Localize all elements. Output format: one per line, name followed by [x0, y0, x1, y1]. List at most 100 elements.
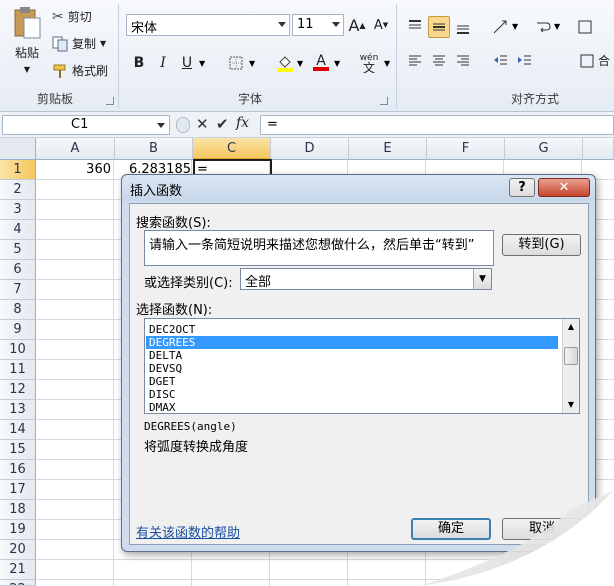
category-select[interactable]: 全部 ▼	[240, 268, 492, 290]
function-list-scrollbar[interactable]: ▲ ▼	[562, 319, 579, 413]
select-all-corner[interactable]	[0, 138, 36, 160]
row-header[interactable]: 14	[0, 420, 36, 440]
row-header[interactable]: 22	[0, 580, 36, 586]
wrap-toggle-button[interactable]	[574, 16, 596, 38]
close-button[interactable]: ✕	[538, 178, 590, 197]
row-header[interactable]: 10	[0, 340, 36, 360]
merge-button[interactable]: 合	[580, 52, 610, 69]
cancel-icon[interactable]: ✕	[196, 115, 209, 133]
row-header[interactable]: 2	[0, 180, 36, 200]
row-header[interactable]: 19	[0, 520, 36, 540]
list-item-selected[interactable]: DEGREES	[146, 336, 558, 349]
column-header-b[interactable]: B	[115, 138, 193, 160]
cell-a1[interactable]: 360	[36, 160, 113, 180]
function-help-link[interactable]: 有关该函数的帮助	[136, 522, 240, 541]
row-header[interactable]: 5	[0, 240, 36, 260]
column-header-g[interactable]: G	[505, 138, 583, 160]
search-input[interactable]: 请输入一条简短说明来描述您想做什么，然后单击“转到”	[144, 230, 494, 266]
wrap-text-button[interactable]	[532, 16, 554, 38]
list-item[interactable]: DMAX	[146, 401, 558, 414]
insert-function-button[interactable]: fx	[236, 115, 249, 131]
category-value: 全部	[245, 275, 272, 290]
font-color-button[interactable]: A	[310, 52, 332, 74]
paste-button[interactable]: 粘贴 ▼	[8, 6, 46, 84]
list-item[interactable]: DGET	[146, 375, 558, 388]
chevron-down-icon[interactable]: ▼	[297, 59, 303, 68]
function-list[interactable]: DEC2OCT DEGREES DELTA DEVSQ DGET DISC DM…	[144, 318, 580, 414]
row-header[interactable]: 4	[0, 220, 36, 240]
orientation-button[interactable]	[490, 16, 512, 38]
increase-indent-button[interactable]	[514, 50, 536, 72]
enter-icon[interactable]: ✔	[216, 115, 229, 133]
column-header-f[interactable]: F	[427, 138, 505, 160]
fill-color-button[interactable]	[274, 52, 296, 74]
list-item[interactable]: DEC2OCT	[146, 323, 558, 336]
align-bottom-button[interactable]	[452, 16, 474, 38]
align-center-button[interactable]	[428, 50, 450, 72]
row-header[interactable]: 13	[0, 400, 36, 420]
list-item[interactable]: DELTA	[146, 349, 558, 362]
row-header[interactable]: 17	[0, 480, 36, 500]
list-item[interactable]: DISC	[146, 388, 558, 401]
chevron-down-icon[interactable]: ▼	[384, 59, 390, 68]
formula-bar-grip[interactable]	[176, 117, 190, 133]
row-header[interactable]: 12	[0, 380, 36, 400]
divider	[396, 4, 397, 108]
row-header[interactable]: 3	[0, 200, 36, 220]
shrink-font-button[interactable]: A ▼	[370, 14, 392, 36]
scroll-up-icon[interactable]: ▲	[563, 319, 579, 335]
align-left-button[interactable]	[404, 50, 426, 72]
decrease-indent-button[interactable]	[490, 50, 512, 72]
list-item[interactable]: DEVSQ	[146, 362, 558, 375]
wrap-text-icon	[537, 22, 551, 33]
cut-button[interactable]: ✂ 剪切	[52, 8, 92, 25]
row-header[interactable]: 20	[0, 540, 36, 560]
row-header[interactable]: 7	[0, 280, 36, 300]
grow-font-button[interactable]: A ▲	[346, 14, 368, 36]
wrap-icon	[578, 20, 592, 34]
phonetic-button[interactable]: wén 文	[356, 52, 382, 74]
italic-button[interactable]: I	[152, 52, 174, 74]
column-header-a[interactable]: A	[36, 138, 115, 160]
chevron-down-icon[interactable]: ▼	[249, 59, 255, 68]
row-header[interactable]: 16	[0, 460, 36, 480]
row-header[interactable]: 9	[0, 320, 36, 340]
row-header[interactable]: 15	[0, 440, 36, 460]
row-header[interactable]: 1	[0, 160, 36, 180]
chevron-down-icon[interactable]: ▼	[334, 59, 340, 68]
scroll-down-icon[interactable]: ▼	[563, 397, 579, 413]
row-header[interactable]: 21	[0, 560, 36, 580]
row-header[interactable]: 8	[0, 300, 36, 320]
font-name-combo[interactable]: 宋体	[126, 14, 290, 36]
underline-button[interactable]: U	[176, 52, 198, 74]
column-header-e[interactable]: E	[349, 138, 427, 160]
italic-icon: I	[160, 55, 166, 71]
border-button[interactable]	[225, 52, 247, 74]
chevron-down-icon[interactable]: ▼	[554, 22, 560, 31]
column-header-d[interactable]: D	[271, 138, 349, 160]
chevron-down-icon[interactable]: ▼	[199, 59, 205, 68]
align-top-button[interactable]	[404, 16, 426, 38]
go-button[interactable]: 转到(G)	[502, 234, 581, 256]
font-size-combo[interactable]: 11	[292, 14, 344, 36]
row-header[interactable]: 6	[0, 260, 36, 280]
fx-icon: fx	[236, 115, 250, 131]
name-box[interactable]: C1	[2, 115, 170, 135]
column-header-h[interactable]	[583, 138, 614, 160]
font-launcher[interactable]	[380, 97, 388, 105]
chevron-down-icon[interactable]: ▼	[512, 22, 518, 31]
help-button[interactable]: ?	[509, 178, 535, 197]
formula-input[interactable]: =	[260, 115, 614, 135]
format-painter-button[interactable]: 格式刷	[52, 62, 108, 79]
bold-button[interactable]: B	[128, 52, 150, 74]
align-right-button[interactable]	[452, 50, 474, 72]
scroll-thumb[interactable]	[564, 347, 578, 365]
search-label: 搜索函数(S):	[136, 216, 211, 231]
column-header-c[interactable]: C	[193, 138, 271, 160]
copy-button[interactable]: 复制 ▼	[52, 35, 106, 52]
dialog-title: 插入函数	[130, 184, 183, 199]
row-header[interactable]: 11	[0, 360, 36, 380]
clipboard-launcher[interactable]	[106, 97, 114, 105]
row-header[interactable]: 18	[0, 500, 36, 520]
align-middle-button[interactable]	[428, 16, 450, 38]
